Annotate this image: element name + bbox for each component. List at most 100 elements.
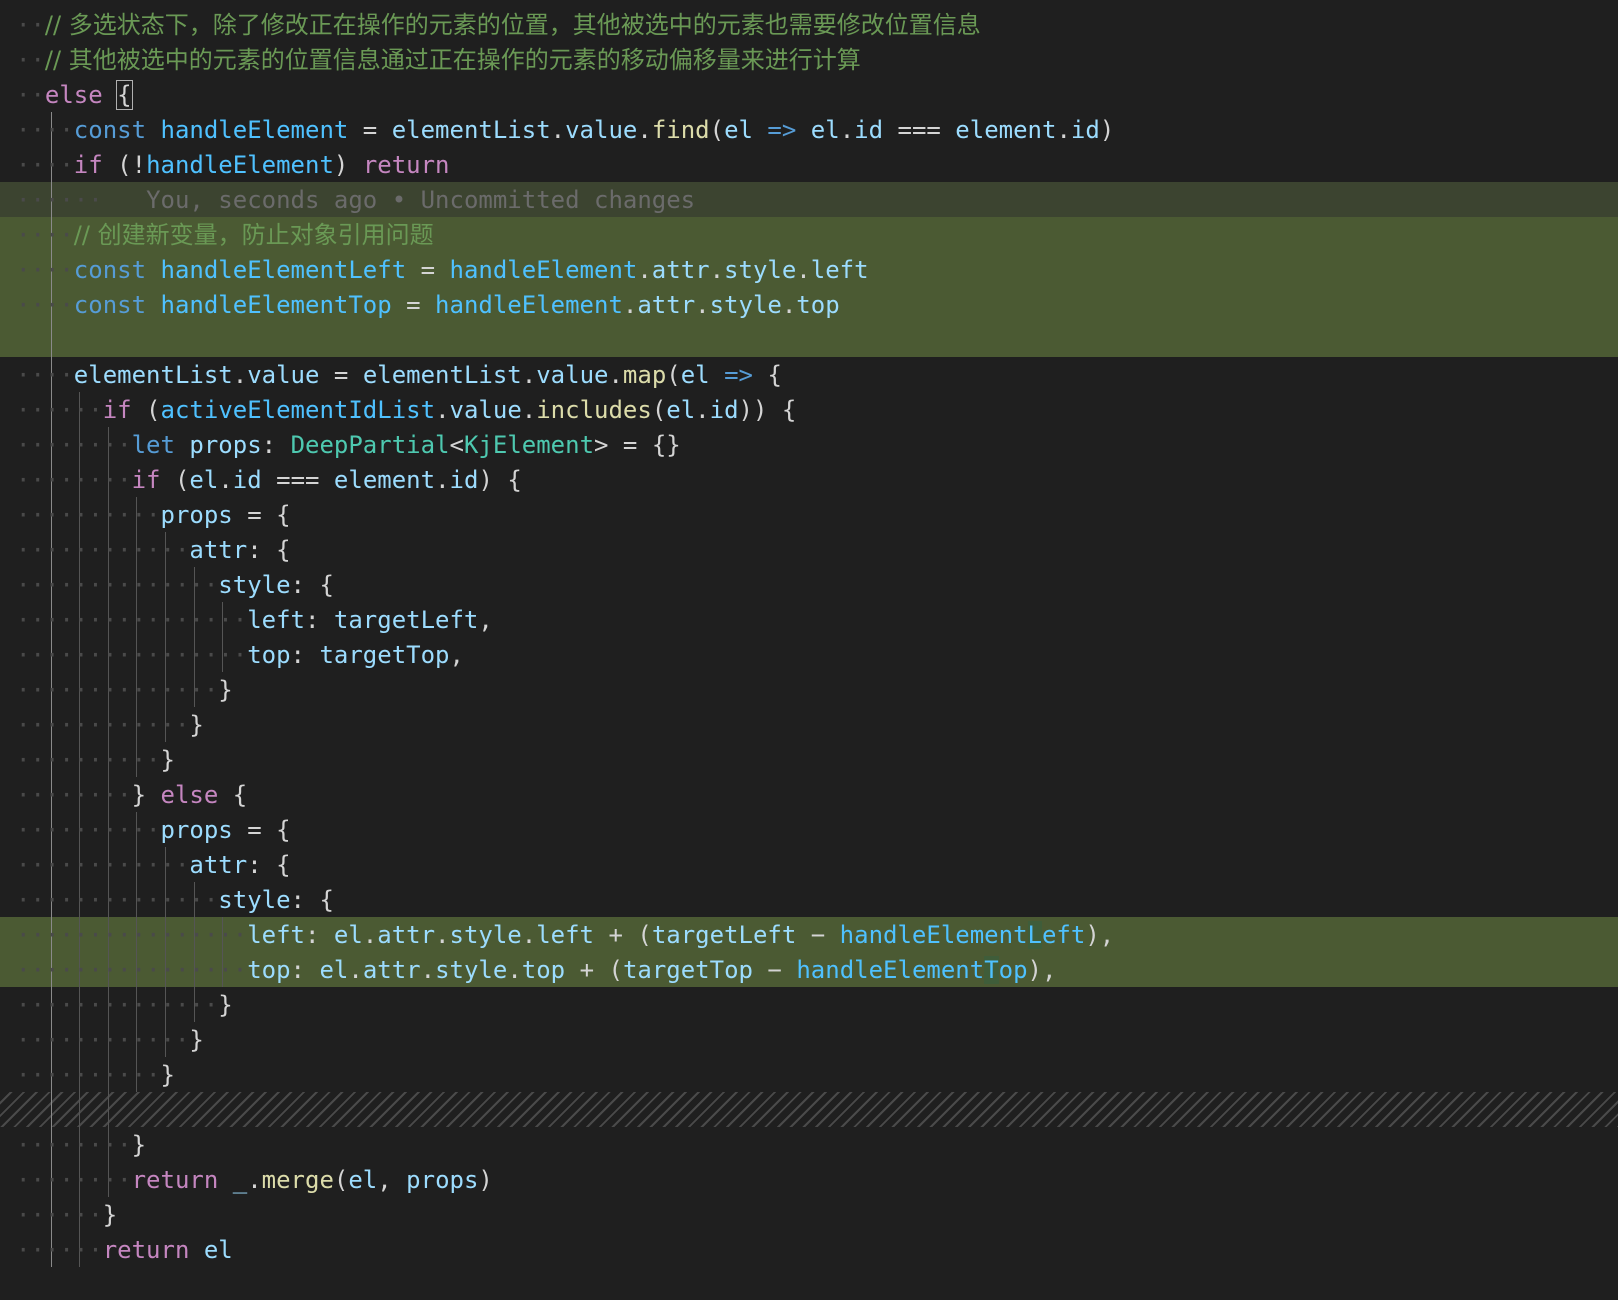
code-line[interactable]: ········} else { xyxy=(16,777,247,813)
code-token: . xyxy=(247,1166,262,1194)
code-line[interactable]: ····const handleElementLeft = handleElem… xyxy=(16,252,869,288)
code-token: = xyxy=(232,816,277,844)
code-token: elementList xyxy=(362,361,522,389)
code-token: props xyxy=(406,1166,479,1194)
code-token: left xyxy=(247,606,305,634)
code-token: . xyxy=(420,956,436,984)
code-token: id xyxy=(1070,116,1100,144)
code-token: let xyxy=(131,431,175,459)
matched-bracket: { xyxy=(116,80,133,110)
whitespace-dots: ···· xyxy=(16,361,74,389)
code-token: === xyxy=(883,116,956,144)
code-line[interactable]: ··············} xyxy=(16,672,233,708)
code-token: ( xyxy=(102,151,132,179)
code-token: ), xyxy=(1085,921,1115,949)
code-token: _ xyxy=(232,1166,248,1194)
code-token: // 创建新变量，防止对象引用问题 xyxy=(73,221,434,249)
code-token: value xyxy=(536,361,609,389)
code-token: element xyxy=(333,466,436,494)
whitespace-dots: ······ xyxy=(16,186,103,214)
code-line[interactable]: ··········} xyxy=(16,742,175,778)
code-token: activeElementIdList xyxy=(160,396,436,424)
code-token: . xyxy=(695,291,710,319)
code-token: const xyxy=(73,291,147,319)
code-token: el xyxy=(333,921,363,949)
whitespace-dots: ················ xyxy=(16,641,248,669)
code-line[interactable]: ············} xyxy=(16,707,204,743)
whitespace-dots: ···· xyxy=(16,291,74,319)
code-line[interactable]: ········let props: DeepPartial<KjElement… xyxy=(16,427,681,463)
code-token: handleElement xyxy=(146,151,334,179)
code-line[interactable]: ············attr: { xyxy=(16,847,291,883)
whitespace-dots: ···· xyxy=(16,221,74,249)
code-line[interactable]: ················top: el.attr.style.top +… xyxy=(16,952,1056,988)
code-token: : xyxy=(290,641,320,669)
blame-annotation-line[interactable]: ······ You, seconds ago • Uncommitted ch… xyxy=(16,182,695,218)
code-token: ( xyxy=(608,956,623,984)
code-line[interactable]: ············} xyxy=(16,1022,204,1058)
code-token: . xyxy=(637,256,652,284)
code-line[interactable]: ········return _.merge(el, props) xyxy=(16,1162,493,1198)
code-line[interactable]: ············attr: { xyxy=(16,532,291,568)
code-line[interactable]: ··········props = { xyxy=(16,497,291,533)
code-token: } xyxy=(189,711,204,739)
code-token: } xyxy=(131,1131,147,1159)
code-token: } xyxy=(160,746,175,774)
code-token: else xyxy=(44,81,103,109)
code-token: } xyxy=(218,676,233,704)
code-token: − xyxy=(752,956,797,984)
code-token: handleElement xyxy=(435,291,623,319)
code-token: : { xyxy=(290,571,334,599)
whitespace-dots: ············ xyxy=(16,711,190,739)
code-line[interactable]: ··········props = { xyxy=(16,812,291,848)
code-line[interactable]: ··// 多选状态下，除了修改正在操作的元素的位置，其他被选中的元素也需要修改位… xyxy=(16,7,981,43)
code-token: . xyxy=(709,256,725,284)
code-token: . xyxy=(608,361,623,389)
code-token: === xyxy=(261,466,334,494)
code-token: KjElement xyxy=(463,431,595,459)
whitespace-dots: ·············· xyxy=(16,991,219,1019)
whitespace-dots: ················ xyxy=(16,956,248,984)
code-line[interactable]: ······} xyxy=(16,1197,117,1233)
code-line[interactable]: ····// 创建新变量，防止对象引用问题 xyxy=(16,217,434,253)
code-line[interactable]: ····elementList.value = elementList.valu… xyxy=(16,357,782,393)
code-line[interactable]: ················left: targetLeft, xyxy=(16,602,493,638)
code-token: { xyxy=(753,361,782,389)
code-line[interactable]: ················top: targetTop, xyxy=(16,637,464,673)
code-line[interactable]: ········if (el.id === element.id) { xyxy=(16,462,522,498)
code-token: . xyxy=(507,956,522,984)
code-line[interactable]: ······return el xyxy=(16,1232,233,1268)
code-line[interactable]: ··········} xyxy=(16,1057,175,1093)
whitespace-dots: ········ xyxy=(16,1166,132,1194)
code-token: ( xyxy=(637,921,652,949)
code-token: ( xyxy=(666,361,681,389)
code-token: id xyxy=(709,396,739,424)
code-line[interactable]: ··············} xyxy=(16,987,233,1023)
code-line[interactable]: ········} xyxy=(16,1127,146,1163)
code-token: . xyxy=(435,396,450,424)
code-line[interactable]: ····const handleElementTop = handleEleme… xyxy=(16,287,840,323)
code-token: => xyxy=(724,361,753,389)
code-line[interactable]: ··············style: { xyxy=(16,882,334,918)
code-line[interactable]: ················left: el.attr.style.left… xyxy=(16,917,1114,953)
code-token: elementList xyxy=(391,116,551,144)
code-line[interactable]: ··// 其他被选中的元素的位置信息通过正在操作的元素的移动偏移量来进行计算 xyxy=(16,42,861,78)
code-line[interactable]: ······if (activeElementIdList.value.incl… xyxy=(16,392,796,428)
code-line[interactable]: ··else { xyxy=(16,77,133,113)
code-line[interactable]: ··············style: { xyxy=(16,567,334,603)
code-token: } xyxy=(160,1061,175,1089)
code-token: attr xyxy=(189,536,248,564)
code-token: attr xyxy=(362,956,421,984)
code-line[interactable]: ····const handleElement = elementList.va… xyxy=(16,112,1114,148)
code-token: . xyxy=(232,361,248,389)
code-token: if xyxy=(73,151,103,179)
code-token: ) xyxy=(333,151,363,179)
whitespace-dots: ···· xyxy=(16,256,74,284)
whitespace-dots: ············ xyxy=(16,536,190,564)
code-token: element xyxy=(955,116,1057,144)
code-line[interactable]: ····if (!handleElement) return xyxy=(16,147,450,183)
code-editor[interactable]: ··// 多选状态下，除了修改正在操作的元素的位置，其他被选中的元素也需要修改位… xyxy=(0,0,1618,1300)
code-token: : xyxy=(304,606,334,634)
